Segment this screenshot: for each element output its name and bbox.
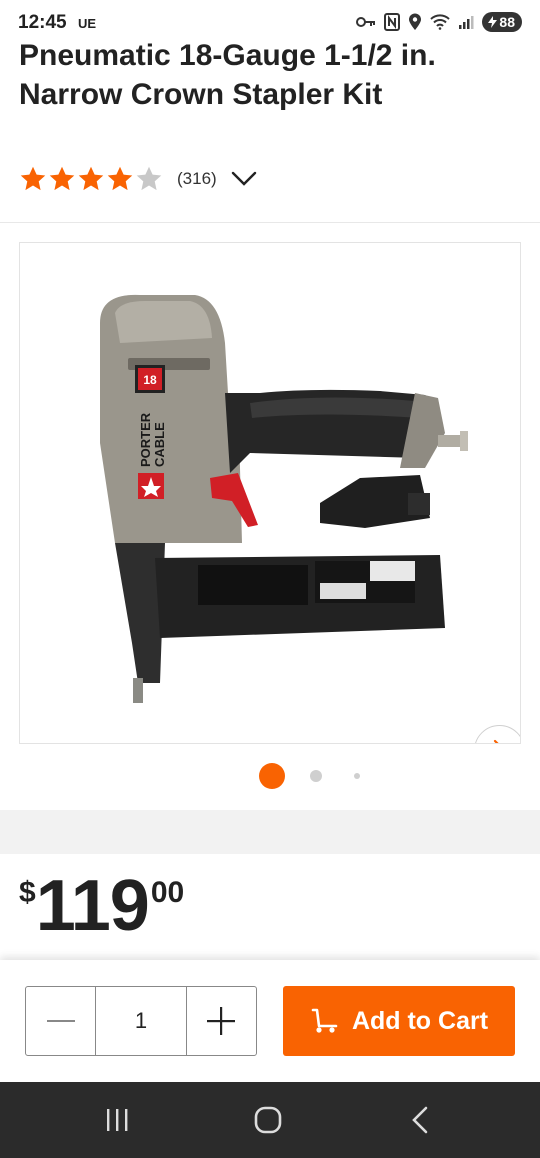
pagination-dot[interactable] — [310, 770, 322, 782]
status-icons: 88 — [356, 12, 522, 32]
price-currency: $ — [19, 876, 36, 909]
product-title: Pneumatic 18-Gauge 1-1/2 in. Narrow Crow… — [19, 39, 436, 111]
recent-apps-button[interactable] — [97, 1102, 137, 1138]
battery-charging-icon — [488, 16, 498, 28]
pagination-dot[interactable] — [354, 773, 360, 779]
rating-row[interactable]: (316) — [19, 164, 257, 194]
star-rating — [19, 165, 163, 193]
home-icon — [254, 1106, 282, 1134]
divider — [0, 222, 540, 223]
product-image: 18 PORTER CABLE — [100, 294, 468, 703]
chevron-right-icon — [493, 739, 499, 743]
location-icon — [409, 13, 422, 30]
back-button[interactable] — [400, 1102, 440, 1138]
chevron-down-icon[interactable] — [231, 170, 257, 188]
add-to-cart-label: Add to Cart — [351, 1006, 489, 1035]
nfc-icon — [384, 13, 401, 31]
quantity-stepper: 1 — [25, 986, 257, 1056]
decrease-quantity-button[interactable] — [26, 987, 95, 1055]
star-filled-icon — [107, 166, 133, 191]
key-icon — [356, 17, 376, 27]
price-cents: 00 — [150, 876, 185, 909]
product-image-frame[interactable]: 18 PORTER CABLE — [19, 242, 521, 744]
star-empty-icon — [136, 166, 162, 191]
home-button[interactable] — [248, 1102, 288, 1138]
price-whole: 119 — [35, 866, 150, 946]
add-to-cart-button[interactable]: Add to Cart — [283, 986, 515, 1056]
battery-level: 88 — [499, 14, 515, 30]
increase-quantity-button[interactable] — [187, 987, 256, 1055]
status-time: 12:45 — [18, 12, 67, 33]
star-filled-icon — [49, 166, 75, 191]
recent-apps-icon — [107, 1109, 128, 1131]
gallery-pagination — [0, 762, 540, 790]
pagination-dot-active[interactable] — [259, 763, 285, 789]
section-separator — [0, 810, 540, 854]
plus-icon — [207, 1007, 236, 1035]
quantity-input[interactable]: 1 — [95, 987, 187, 1055]
system-nav-bar — [0, 1082, 540, 1158]
minus-icon — [46, 1020, 75, 1022]
hand-truck-icon — [311, 1008, 338, 1033]
signal-icon — [459, 16, 474, 29]
svg-text:CABLE: CABLE — [152, 422, 167, 467]
product-price: $ 119 00 — [19, 866, 184, 946]
svg-text:18: 18 — [143, 373, 157, 387]
svg-text:PORTER: PORTER — [138, 412, 153, 467]
review-count[interactable]: (316) — [177, 169, 217, 189]
wifi-icon — [430, 14, 451, 30]
battery-indicator: 88 — [482, 12, 522, 32]
back-icon — [412, 1106, 428, 1134]
status-carrier: UE — [78, 16, 97, 31]
star-filled-icon — [20, 166, 46, 191]
star-filled-icon — [78, 166, 104, 191]
